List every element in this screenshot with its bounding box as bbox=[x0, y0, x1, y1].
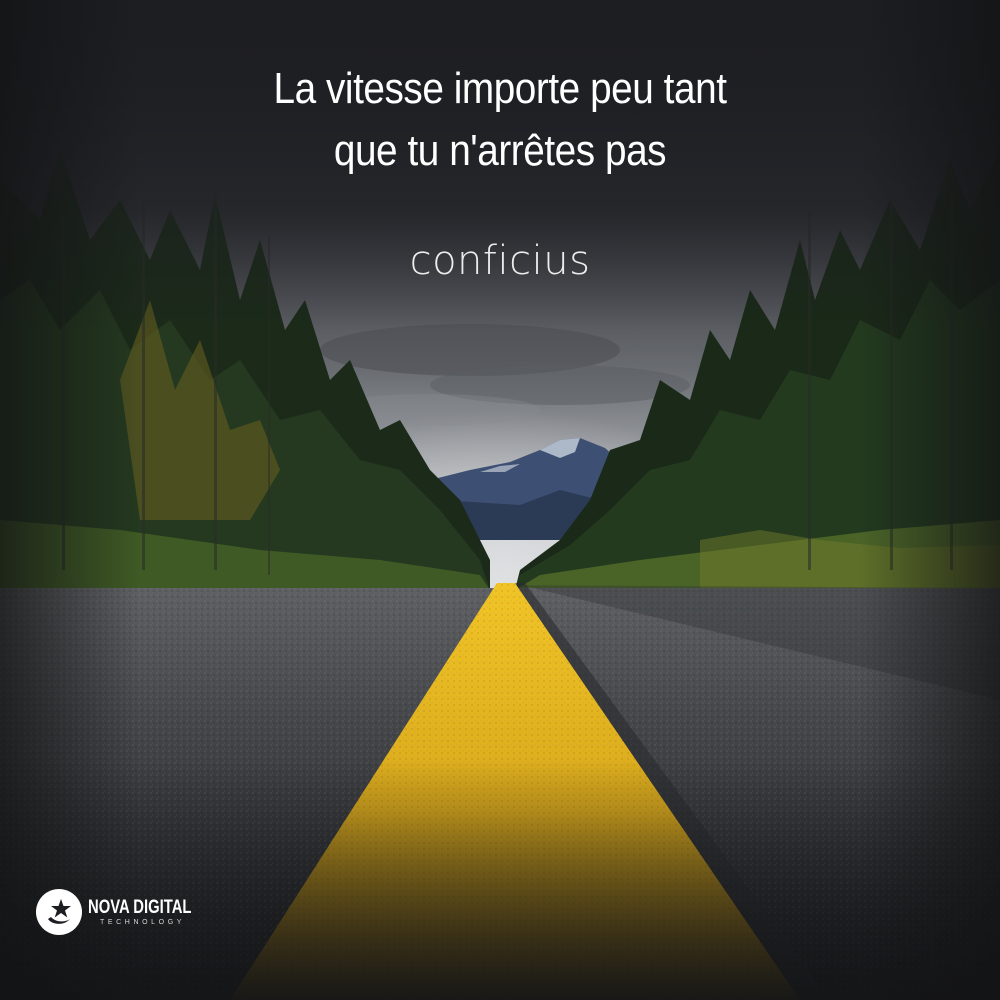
quote-poster: La vitesse importe peu tant que tu n'arr… bbox=[0, 0, 1000, 1000]
quote-author: conficius bbox=[409, 238, 591, 284]
quote-line-1: La vitesse importe peu tant bbox=[273, 64, 727, 113]
brand-name: NOVA DIGITAL bbox=[88, 896, 192, 918]
quote-line-2: que tu n'arrêtes pas bbox=[333, 126, 667, 175]
star-swoosh-icon bbox=[36, 889, 82, 935]
brand-logo: NOVA DIGITAL TECHNOLOGY bbox=[36, 888, 221, 936]
brand-wordmark: NOVA DIGITAL TECHNOLOGY bbox=[88, 896, 221, 927]
quote-text: La vitesse importe peu tant que tu n'arr… bbox=[148, 58, 852, 182]
brand-tagline: TECHNOLOGY bbox=[100, 918, 186, 926]
